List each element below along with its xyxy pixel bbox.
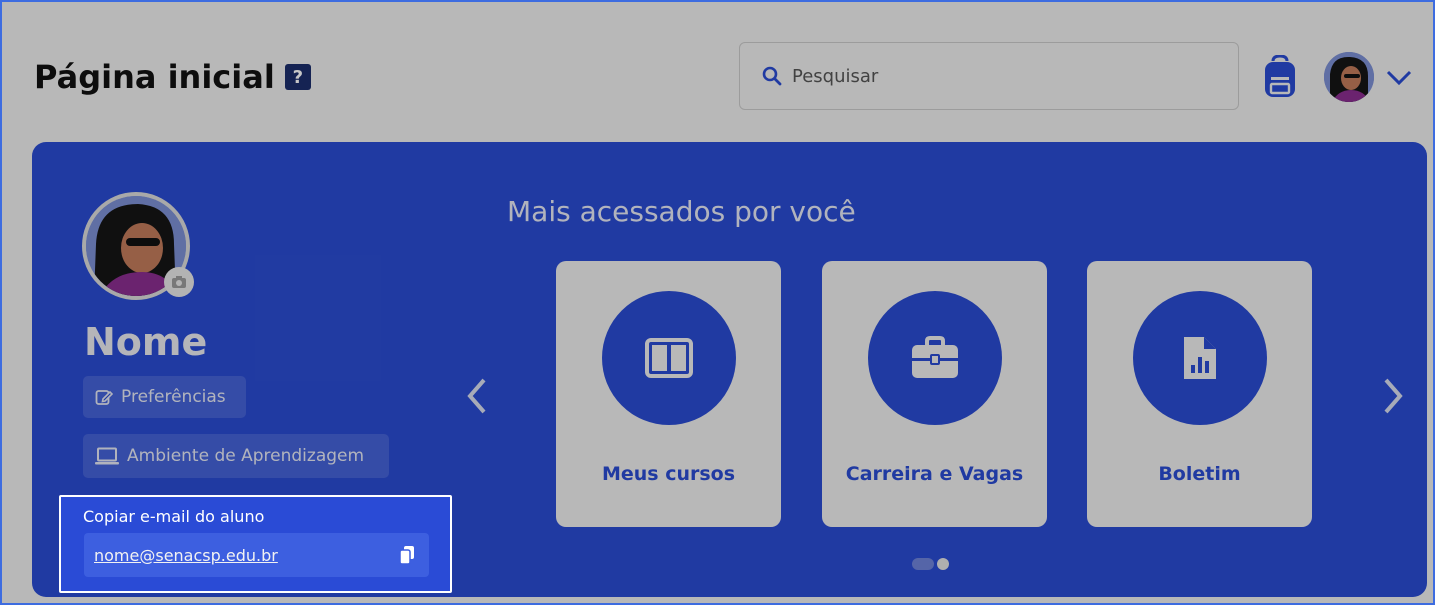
learning-environment-button[interactable]: Ambiente de Aprendizagem [83, 434, 389, 478]
camera-icon[interactable] [164, 267, 194, 297]
preferences-label: Preferências [121, 387, 226, 407]
card-boletim[interactable]: Boletim [1087, 261, 1312, 527]
columns-icon [602, 291, 736, 425]
app-frame: Página inicial ? Pesquisar Nome Preferên… [0, 0, 1435, 605]
email-field[interactable]: nome@senacsp.edu.br [84, 533, 429, 577]
chevron-down-icon[interactable] [1384, 64, 1414, 90]
avatar[interactable] [1324, 52, 1374, 102]
chevron-left-icon[interactable] [464, 376, 490, 416]
search-placeholder: Pesquisar [792, 65, 879, 87]
laptop-icon [95, 447, 119, 465]
email-value[interactable]: nome@senacsp.edu.br [94, 546, 278, 565]
learning-environment-label: Ambiente de Aprendizagem [127, 446, 365, 466]
copy-email-label: Copiar e-mail do aluno [83, 507, 265, 526]
page-title-text: Página inicial [34, 58, 275, 96]
report-chart-icon [1133, 291, 1267, 425]
page-title: Página inicial ? [34, 58, 311, 96]
chevron-right-icon[interactable] [1380, 376, 1406, 416]
help-icon[interactable]: ? [284, 64, 311, 90]
section-title: Mais acessados por você [507, 195, 856, 228]
pagination-dot-active[interactable] [937, 558, 949, 570]
backpack-icon[interactable] [1260, 55, 1300, 99]
preferences-button[interactable]: Preferências [83, 376, 246, 418]
user-name: Nome [84, 320, 208, 364]
briefcase-icon [868, 291, 1002, 425]
pagination-dot[interactable] [912, 558, 934, 570]
card-meus-cursos[interactable]: Meus cursos [556, 261, 781, 527]
card-label: Boletim [1158, 463, 1241, 485]
search-icon [762, 66, 782, 86]
card-carreira-vagas[interactable]: Carreira e Vagas [822, 261, 1047, 527]
search-input[interactable]: Pesquisar [739, 42, 1239, 110]
card-label: Meus cursos [601, 463, 736, 485]
edit-icon [95, 390, 113, 405]
copy-email-panel: Copiar e-mail do aluno nome@senacsp.edu.… [59, 495, 452, 593]
copy-icon[interactable] [399, 545, 415, 565]
card-label: Carreira e Vagas [845, 463, 1024, 485]
carousel-pagination [912, 558, 949, 570]
